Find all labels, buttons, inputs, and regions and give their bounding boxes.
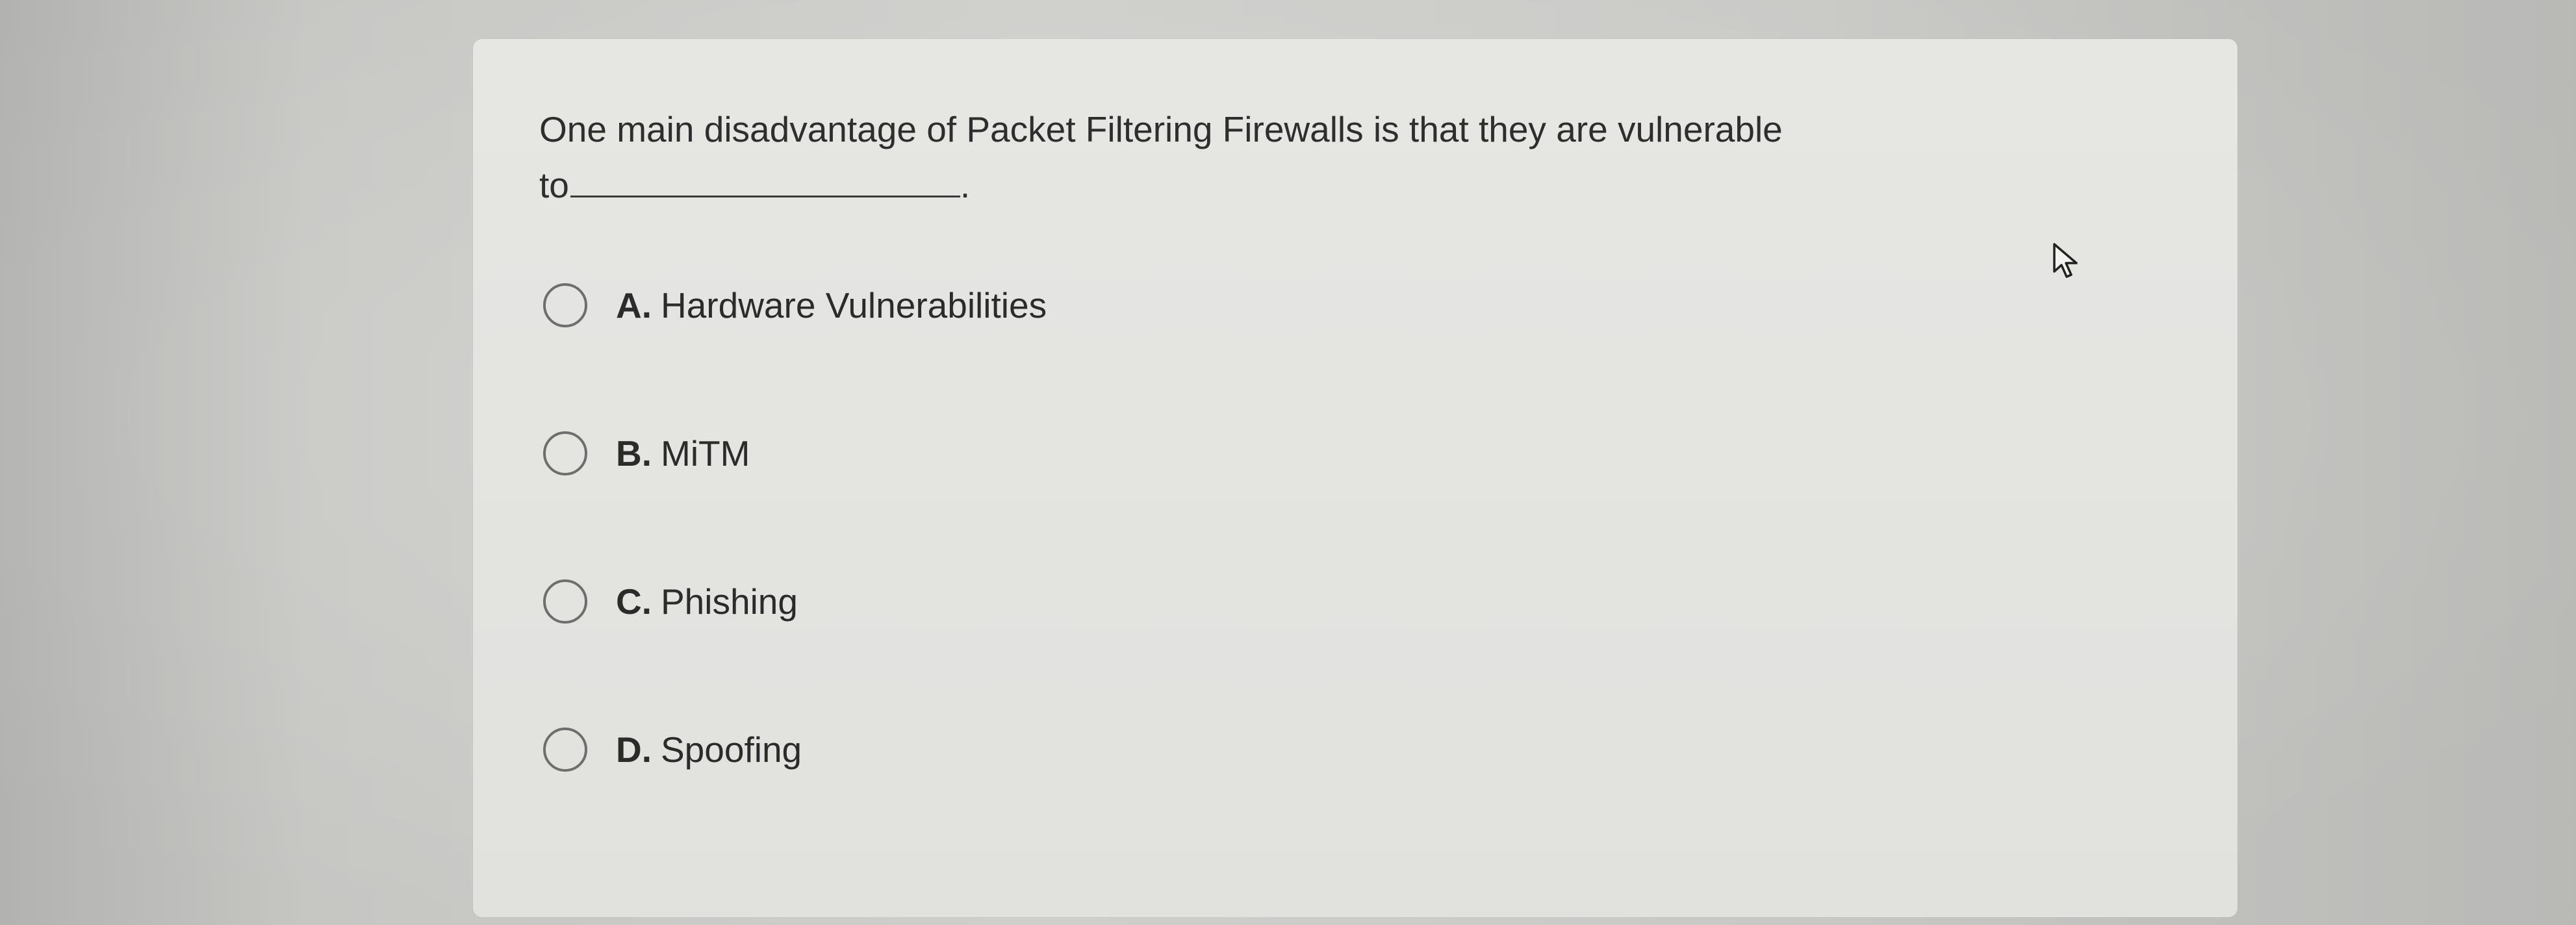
option-letter: C. bbox=[616, 581, 652, 622]
option-label: Spoofing bbox=[661, 729, 802, 770]
question-line-2-prefix: to bbox=[539, 165, 569, 205]
option-label: Hardware Vulnerabilities bbox=[661, 285, 1047, 325]
radio-button-icon[interactable] bbox=[543, 283, 587, 327]
answer-blank bbox=[570, 162, 960, 197]
mouse-pointer-icon bbox=[2053, 243, 2078, 278]
question-line-2-suffix: . bbox=[960, 165, 971, 205]
option-d[interactable]: D. Spoofing bbox=[543, 724, 802, 776]
question-line-2: to. bbox=[539, 157, 2001, 213]
question-card: One main disadvantage of Packet Filterin… bbox=[473, 39, 2238, 917]
option-b[interactable]: B. MiTM bbox=[543, 427, 750, 479]
option-letter: B. bbox=[616, 433, 652, 474]
option-label: MiTM bbox=[661, 433, 750, 474]
question-prompt: One main disadvantage of Packet Filterin… bbox=[539, 101, 2001, 213]
radio-button-icon[interactable] bbox=[543, 579, 587, 624]
question-line-1: One main disadvantage of Packet Filterin… bbox=[539, 109, 1783, 149]
radio-button-icon[interactable] bbox=[543, 728, 587, 772]
option-label: Phishing bbox=[661, 581, 798, 622]
option-letter: D. bbox=[616, 729, 652, 770]
option-letter: A. bbox=[616, 285, 652, 325]
option-a[interactable]: A. Hardware Vulnerabilities bbox=[543, 279, 1047, 331]
radio-button-icon[interactable] bbox=[543, 431, 587, 475]
option-c[interactable]: C. Phishing bbox=[543, 576, 798, 627]
